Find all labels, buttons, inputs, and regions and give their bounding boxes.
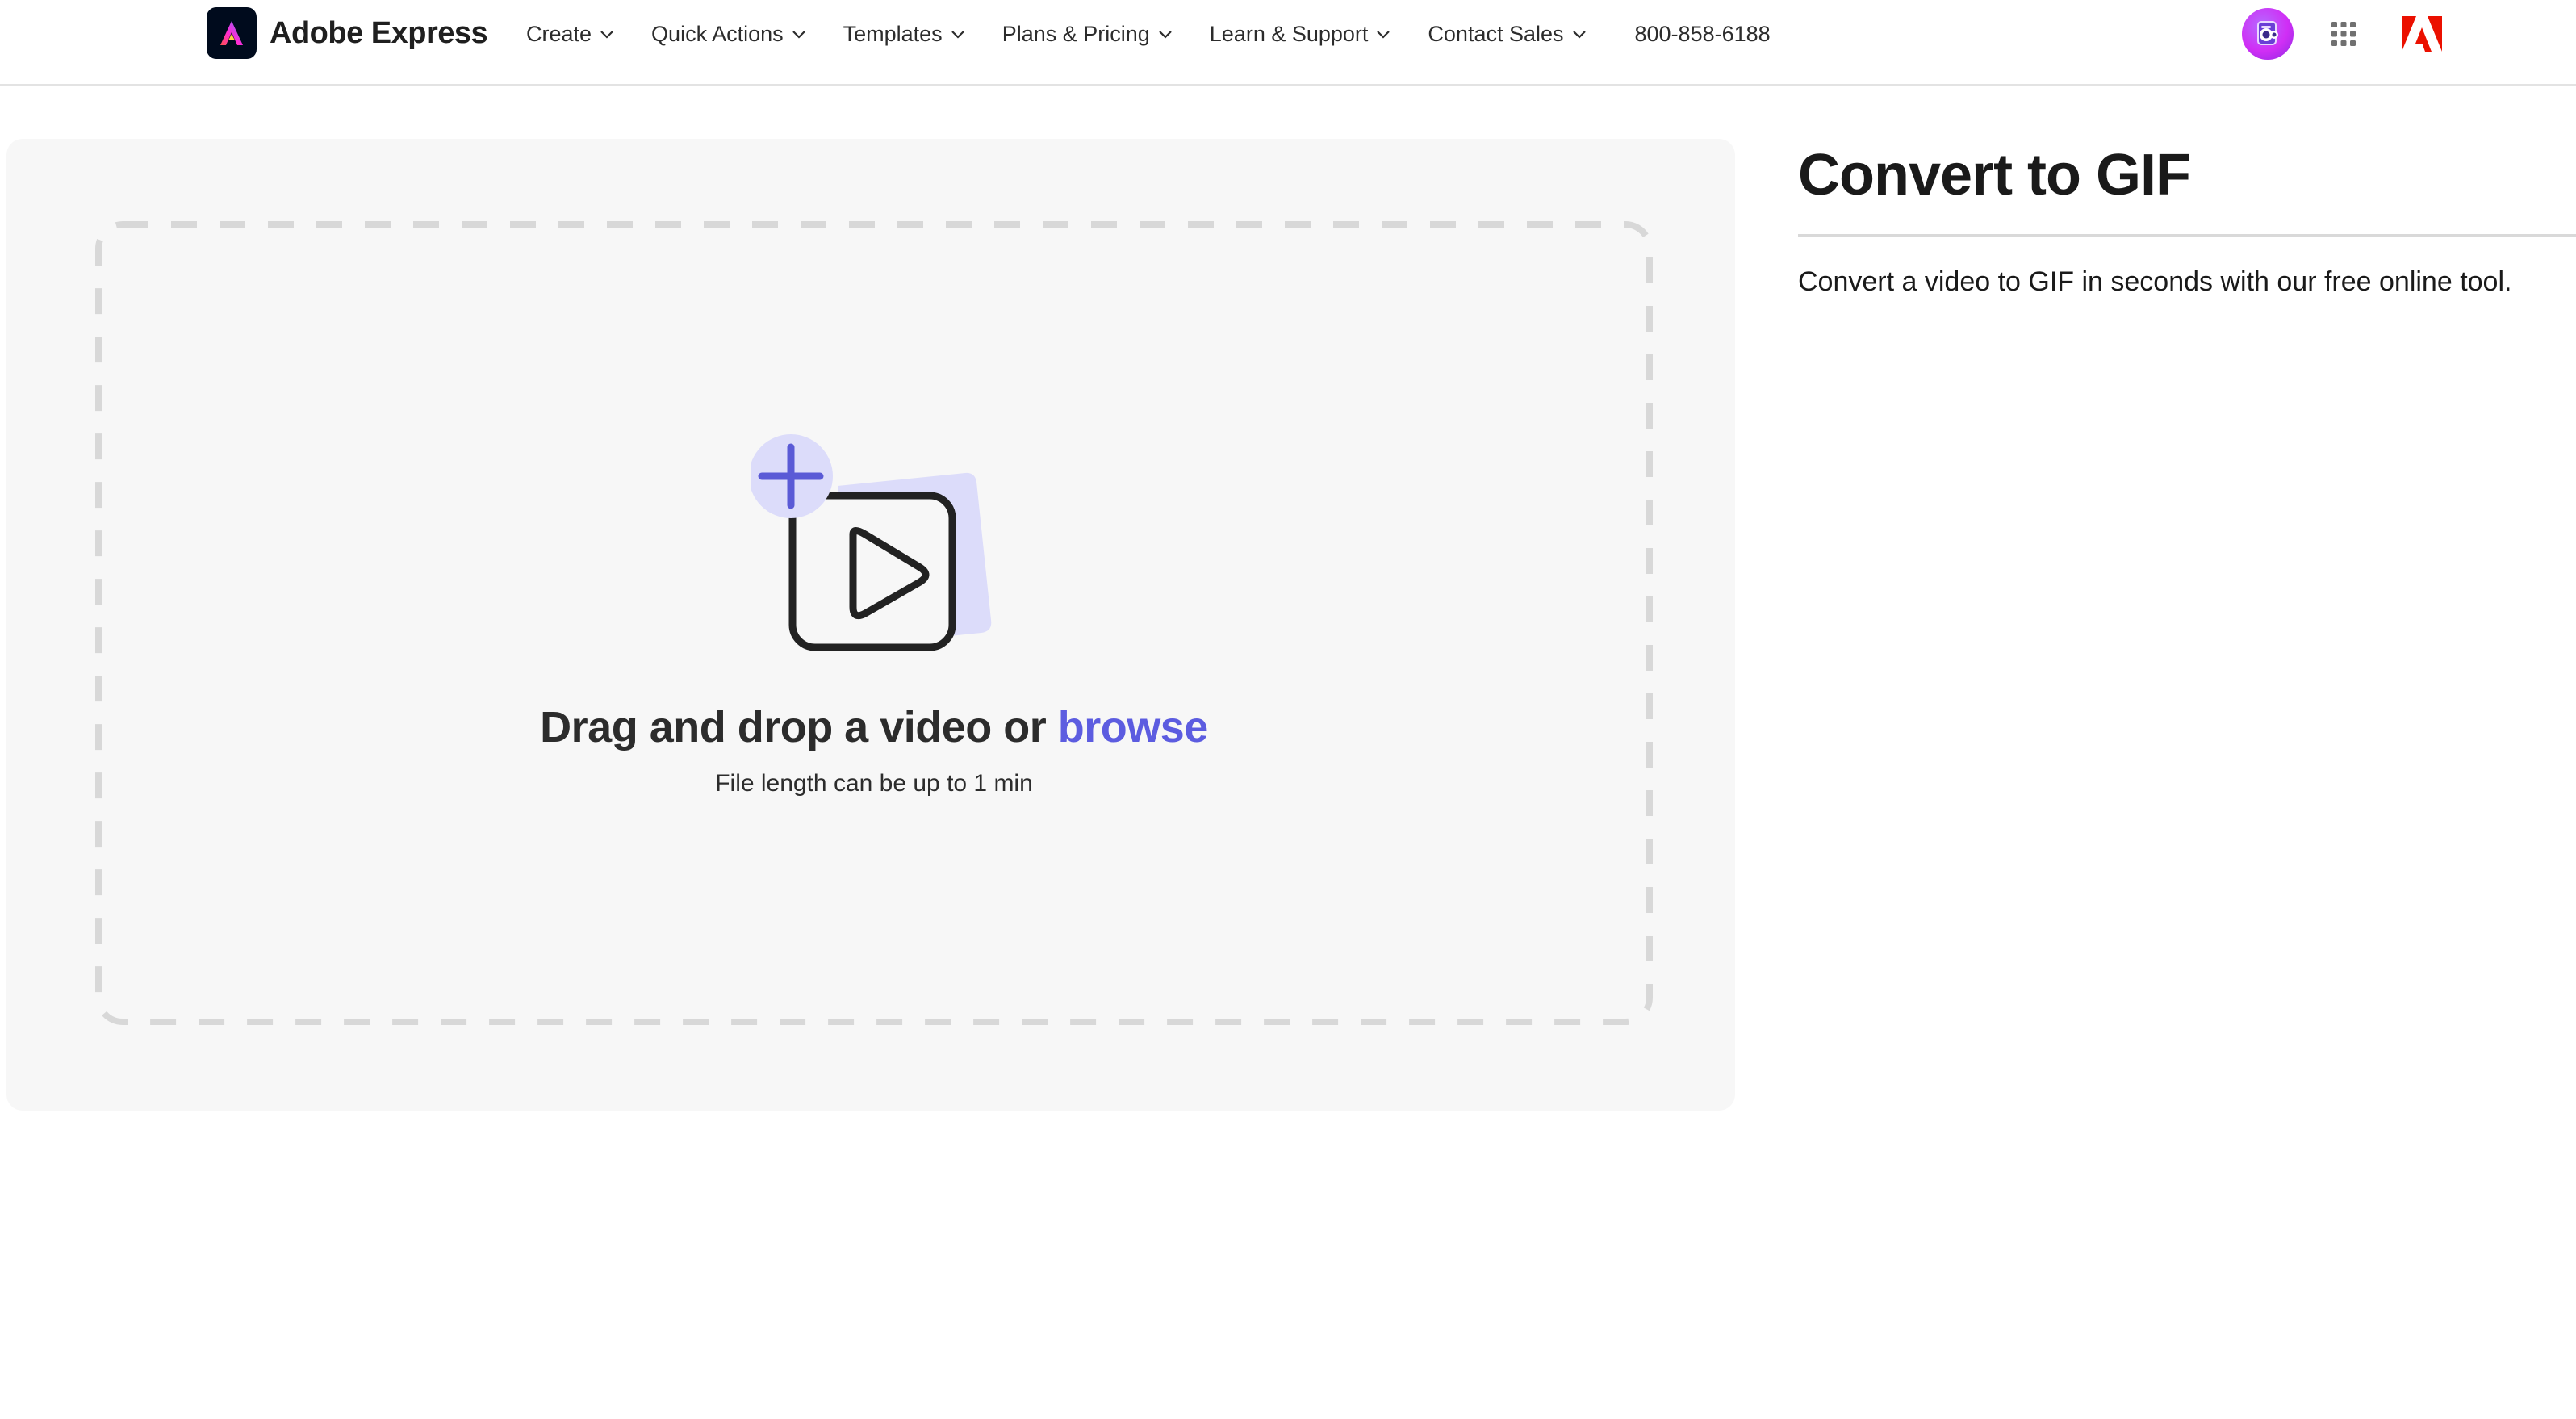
brand-name: Adobe Express: [270, 15, 488, 50]
video-dropzone[interactable]: Drag and drop a video or browse File len…: [95, 221, 1653, 1025]
dropzone-title-text: Drag and drop a video or: [540, 703, 1058, 751]
chevron-down-icon: [1572, 29, 1587, 39]
menu-learn-support[interactable]: Learn & Support: [1210, 22, 1391, 47]
page: Adobe Express Create Quick Actions Templ…: [0, 0, 2576, 1419]
menu-templates[interactable]: Templates: [843, 22, 965, 47]
phone-number-link[interactable]: 800-858-6188: [1635, 22, 1771, 47]
menu-templates-label: Templates: [843, 21, 943, 46]
page-description: Convert a video to GIF in seconds with o…: [1798, 266, 2512, 297]
chevron-down-icon: [600, 29, 614, 39]
page-title: Convert to GIF: [1798, 143, 2191, 207]
menu-create[interactable]: Create: [526, 22, 614, 47]
dropzone-subtitle: File length can be up to 1 min: [715, 770, 1033, 797]
avatar-icon[interactable]: [2242, 8, 2294, 60]
upload-panel: Drag and drop a video or browse File len…: [6, 139, 1735, 1111]
menu-learn-support-label: Learn & Support: [1209, 21, 1369, 46]
brand[interactable]: Adobe Express: [207, 6, 488, 60]
menu-create-label: Create: [526, 21, 592, 46]
chevron-down-icon: [951, 29, 965, 39]
title-divider: [1798, 234, 2576, 236]
top-navigation: Adobe Express Create Quick Actions Templ…: [0, 0, 2576, 86]
dropzone-title: Drag and drop a video or browse: [95, 702, 1653, 752]
menu-contact-sales-label: Contact Sales: [1428, 21, 1564, 46]
main-menu: Create Quick Actions Templates Plans & P…: [526, 8, 1771, 60]
browse-link[interactable]: browse: [1058, 703, 1209, 751]
menu-plans-pricing-label: Plans & Pricing: [1002, 21, 1150, 46]
adobe-express-logo-icon: [207, 7, 257, 59]
adobe-logo-icon[interactable]: [2402, 16, 2442, 52]
chevron-down-icon: [792, 29, 806, 39]
chevron-down-icon: [1376, 29, 1390, 39]
chevron-down-icon: [1158, 29, 1173, 39]
menu-quick-actions[interactable]: Quick Actions: [651, 22, 806, 47]
menu-quick-actions-label: Quick Actions: [651, 21, 784, 46]
menu-contact-sales[interactable]: Contact Sales: [1428, 22, 1586, 47]
add-video-icon: [749, 433, 1009, 659]
menu-plans-pricing[interactable]: Plans & Pricing: [1002, 22, 1173, 47]
app-switcher-icon[interactable]: [2331, 21, 2356, 47]
